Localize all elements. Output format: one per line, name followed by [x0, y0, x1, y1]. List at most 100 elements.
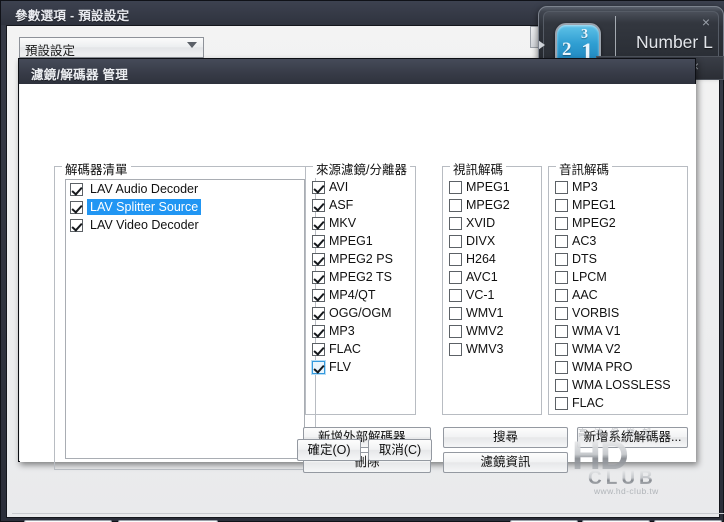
- filter-decoder-dialog: 濾鏡/解碼器 管理 解碼器清單 LAV Audio Decoder LAV Sp…: [18, 58, 696, 473]
- checkbox-audio-aac[interactable]: [555, 288, 568, 302]
- list-item[interactable]: LAV Audio Decoder: [66, 180, 304, 198]
- play-arrow-icon[interactable]: [539, 40, 545, 50]
- check-row-flac[interactable]: FLAC: [306, 340, 415, 358]
- close-icon[interactable]: ×: [702, 15, 710, 29]
- checkbox-video-avc1[interactable]: [449, 270, 462, 284]
- checkbox-audio-vorbis[interactable]: [555, 306, 568, 320]
- checkbox-avi[interactable]: [312, 180, 325, 194]
- checkbox-mp3-source[interactable]: [312, 324, 325, 338]
- list-item[interactable]: LAV Video Decoder: [66, 216, 304, 234]
- checkbox-audio-wma-pro[interactable]: [555, 360, 568, 374]
- check-label: VORBIS: [572, 306, 620, 320]
- check-row-v-mpeg1[interactable]: MPEG1: [443, 178, 541, 196]
- check-row-v-wmv3[interactable]: WMV3: [443, 340, 541, 358]
- checkbox-audio-mpeg1[interactable]: [555, 198, 568, 212]
- check-row-a-mp3[interactable]: MP3: [549, 178, 687, 196]
- checkbox-lav-video-decoder[interactable]: [70, 218, 83, 232]
- check-row-mkv[interactable]: MKV: [306, 214, 415, 232]
- checkbox-ogg-ogm[interactable]: [312, 306, 325, 320]
- checkbox-audio-flac[interactable]: [555, 396, 568, 410]
- checkbox-audio-wma-v2[interactable]: [555, 342, 568, 356]
- check-row-mpeg1[interactable]: MPEG1: [306, 232, 415, 250]
- check-row-v-wmv2[interactable]: WMV2: [443, 322, 541, 340]
- checkbox-video-mpeg1[interactable]: [449, 180, 462, 194]
- filter-info-button[interactable]: 濾鏡資訊: [443, 452, 568, 473]
- check-row-v-h264[interactable]: H264: [443, 250, 541, 268]
- check-label: FLAC: [572, 396, 604, 410]
- add-system-decoder-button[interactable]: 新增系統解碼器...: [577, 427, 688, 448]
- checkbox-flac-source[interactable]: [312, 342, 325, 356]
- check-row-v-avc1[interactable]: AVC1: [443, 268, 541, 286]
- search-button[interactable]: 搜尋: [443, 427, 568, 448]
- checkbox-video-xvid[interactable]: [449, 216, 462, 230]
- check-row-asf[interactable]: ASF: [306, 196, 415, 214]
- check-row-a-ac3[interactable]: AC3: [549, 232, 687, 250]
- check-label: WMA PRO: [572, 360, 633, 374]
- check-row-v-xvid[interactable]: XVID: [443, 214, 541, 232]
- checkbox-mp4-qt[interactable]: [312, 288, 325, 302]
- source-filter-list: AVI ASF MKV MPEG1 MPEG2 PS MPEG2 TS MP4/…: [306, 178, 415, 376]
- check-row-a-aac[interactable]: AAC: [549, 286, 687, 304]
- checkbox-audio-ac3[interactable]: [555, 234, 568, 248]
- checkbox-video-wmv1[interactable]: [449, 306, 462, 320]
- preset-select[interactable]: 預設設定: [19, 37, 204, 58]
- check-label: H264: [466, 252, 496, 266]
- checkbox-mpeg1[interactable]: [312, 234, 325, 248]
- check-label: LPCM: [572, 270, 607, 284]
- screen-root: 參數選項 - 預設設定 預設設定 來源濾鏡/分離器 恢復預設(I) 匯出設定(S…: [0, 0, 724, 522]
- checkbox-mpeg2-ts[interactable]: [312, 270, 325, 284]
- check-label: XVID: [466, 216, 496, 230]
- check-row-a-wma-lossless[interactable]: WMA LOSSLESS: [549, 376, 687, 394]
- checkbox-video-h264[interactable]: [449, 252, 462, 266]
- filter-dialog-title: 濾鏡/解碼器 管理: [31, 68, 129, 82]
- checkbox-video-divx[interactable]: [449, 234, 462, 248]
- check-row-mp4-qt[interactable]: MP4/QT: [306, 286, 415, 304]
- filter-dialog-cancel-button[interactable]: 取消(C): [368, 439, 432, 461]
- video-decoder-legend: 視訊解碼: [450, 159, 507, 178]
- checkbox-audio-dts[interactable]: [555, 252, 568, 266]
- check-row-mpeg2-ts[interactable]: MPEG2 TS: [306, 268, 415, 286]
- check-row-flv[interactable]: FLV: [306, 358, 415, 376]
- check-row-v-divx[interactable]: DIVX: [443, 232, 541, 250]
- check-row-a-mpeg1[interactable]: MPEG1: [549, 196, 687, 214]
- checkbox-flv[interactable]: [312, 360, 325, 374]
- checkbox-asf[interactable]: [312, 198, 325, 212]
- checkbox-video-vc1[interactable]: [449, 288, 462, 302]
- chevron-down-icon: [187, 42, 197, 48]
- check-row-a-mpeg2[interactable]: MPEG2: [549, 214, 687, 232]
- check-label: ASF: [329, 198, 354, 212]
- checkbox-audio-wma-v1[interactable]: [555, 324, 568, 338]
- check-row-v-wmv1[interactable]: WMV1: [443, 304, 541, 322]
- checkbox-audio-wma-lossless[interactable]: [555, 378, 568, 392]
- checkbox-video-mpeg2[interactable]: [449, 198, 462, 212]
- list-item[interactable]: LAV Splitter Source: [66, 198, 304, 216]
- checkbox-video-wmv2[interactable]: [449, 324, 462, 338]
- checkbox-audio-mpeg2[interactable]: [555, 216, 568, 230]
- checkbox-mkv[interactable]: [312, 216, 325, 230]
- check-row-a-wma-v2[interactable]: WMA V2: [549, 340, 687, 358]
- filter-dialog-client: 解碼器清單 LAV Audio Decoder LAV Splitter Sou…: [20, 84, 696, 473]
- checkbox-lav-splitter-source[interactable]: [70, 200, 83, 214]
- check-row-ogg-ogm[interactable]: OGG/OGM: [306, 304, 415, 322]
- check-label: MPEG2: [572, 216, 616, 230]
- filter-dialog-ok-button[interactable]: 確定(O): [297, 439, 361, 461]
- check-row-mp3[interactable]: MP3: [306, 322, 415, 340]
- decoder-listbox[interactable]: LAV Audio Decoder LAV Splitter Source LA…: [65, 179, 305, 459]
- check-row-a-flac[interactable]: FLAC: [549, 394, 687, 412]
- checkbox-audio-mp3[interactable]: [555, 180, 568, 194]
- check-row-v-vc1[interactable]: VC-1: [443, 286, 541, 304]
- check-row-avi[interactable]: AVI: [306, 178, 415, 196]
- source-filter-group: 來源濾鏡/分離器 AVI ASF MKV MPEG1 MPEG2 PS MPEG…: [305, 159, 416, 415]
- check-row-a-wma-v1[interactable]: WMA V1: [549, 322, 687, 340]
- checkbox-lav-audio-decoder[interactable]: [70, 182, 83, 196]
- check-row-a-vorbis[interactable]: VORBIS: [549, 304, 687, 322]
- check-row-mpeg2-ps[interactable]: MPEG2 PS: [306, 250, 415, 268]
- checkbox-video-wmv3[interactable]: [449, 342, 462, 356]
- check-row-a-wma-pro[interactable]: WMA PRO: [549, 358, 687, 376]
- check-row-a-dts[interactable]: DTS: [549, 250, 687, 268]
- check-row-v-mpeg2[interactable]: MPEG2: [443, 196, 541, 214]
- check-label: WMV2: [466, 324, 504, 338]
- check-row-a-lpcm[interactable]: LPCM: [549, 268, 687, 286]
- checkbox-audio-lpcm[interactable]: [555, 270, 568, 284]
- checkbox-mpeg2-ps[interactable]: [312, 252, 325, 266]
